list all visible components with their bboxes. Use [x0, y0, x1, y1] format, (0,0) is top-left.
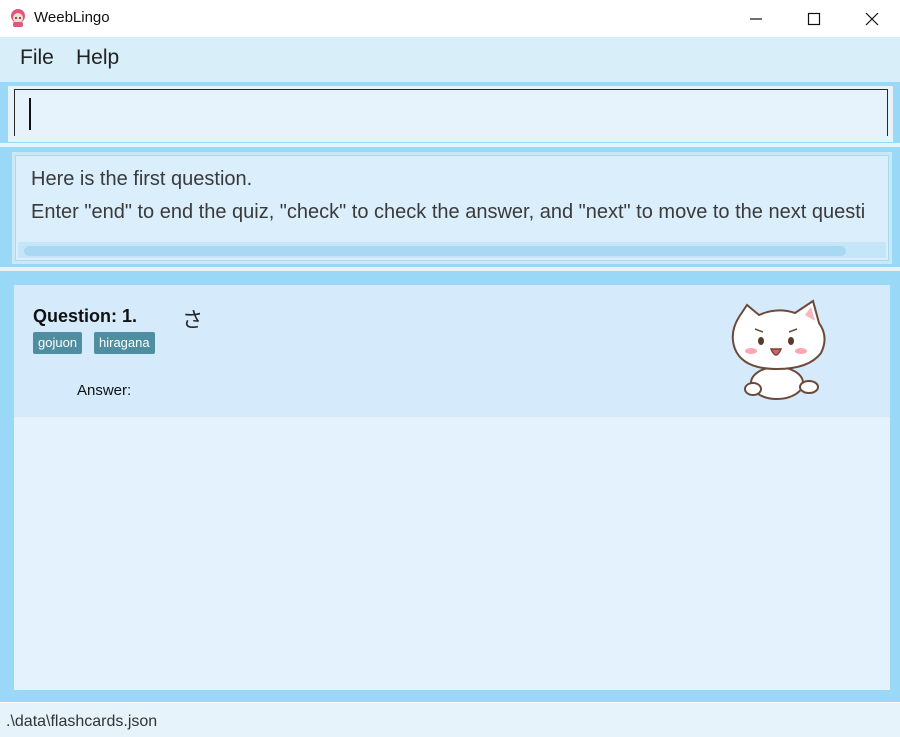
- tag-hiragana: hiragana: [94, 332, 155, 354]
- result-message-line: Here is the first question.: [31, 168, 253, 190]
- scrollbar-thumb[interactable]: [24, 246, 846, 256]
- close-icon: [865, 12, 879, 25]
- horizontal-scrollbar[interactable]: [18, 242, 886, 258]
- maximize-icon: [807, 12, 821, 25]
- title-bar: WeebLingo: [0, 0, 900, 37]
- menu-help[interactable]: Help: [76, 46, 119, 70]
- question-character: さ: [182, 308, 203, 332]
- minimize-icon: [750, 17, 762, 20]
- answer-label: Answer:: [77, 382, 132, 399]
- result-display: Here is the first question. Enter "end" …: [15, 155, 889, 261]
- window-title: WeebLingo: [34, 9, 110, 26]
- result-instruction-line: Enter "end" to end the quiz, "check" to …: [31, 201, 866, 223]
- question-title: Question: 1.: [33, 306, 138, 326]
- divider: [0, 143, 900, 147]
- status-bar: .\data\flashcards.json: [0, 703, 900, 737]
- text-caret: [29, 98, 31, 130]
- app-girl-icon: [11, 9, 25, 27]
- maximize-button[interactable]: [785, 0, 843, 37]
- tag-gojuon: gojuon: [33, 332, 83, 354]
- cat-mascot-image: [731, 299, 826, 400]
- file-path-status: .\data\flashcards.json: [6, 713, 158, 730]
- menu-bar: File Help: [0, 37, 900, 82]
- command-input[interactable]: [14, 89, 888, 136]
- divider: [0, 267, 900, 271]
- close-button[interactable]: [843, 0, 900, 37]
- minimize-button[interactable]: [727, 0, 785, 37]
- menu-file[interactable]: File: [20, 46, 54, 70]
